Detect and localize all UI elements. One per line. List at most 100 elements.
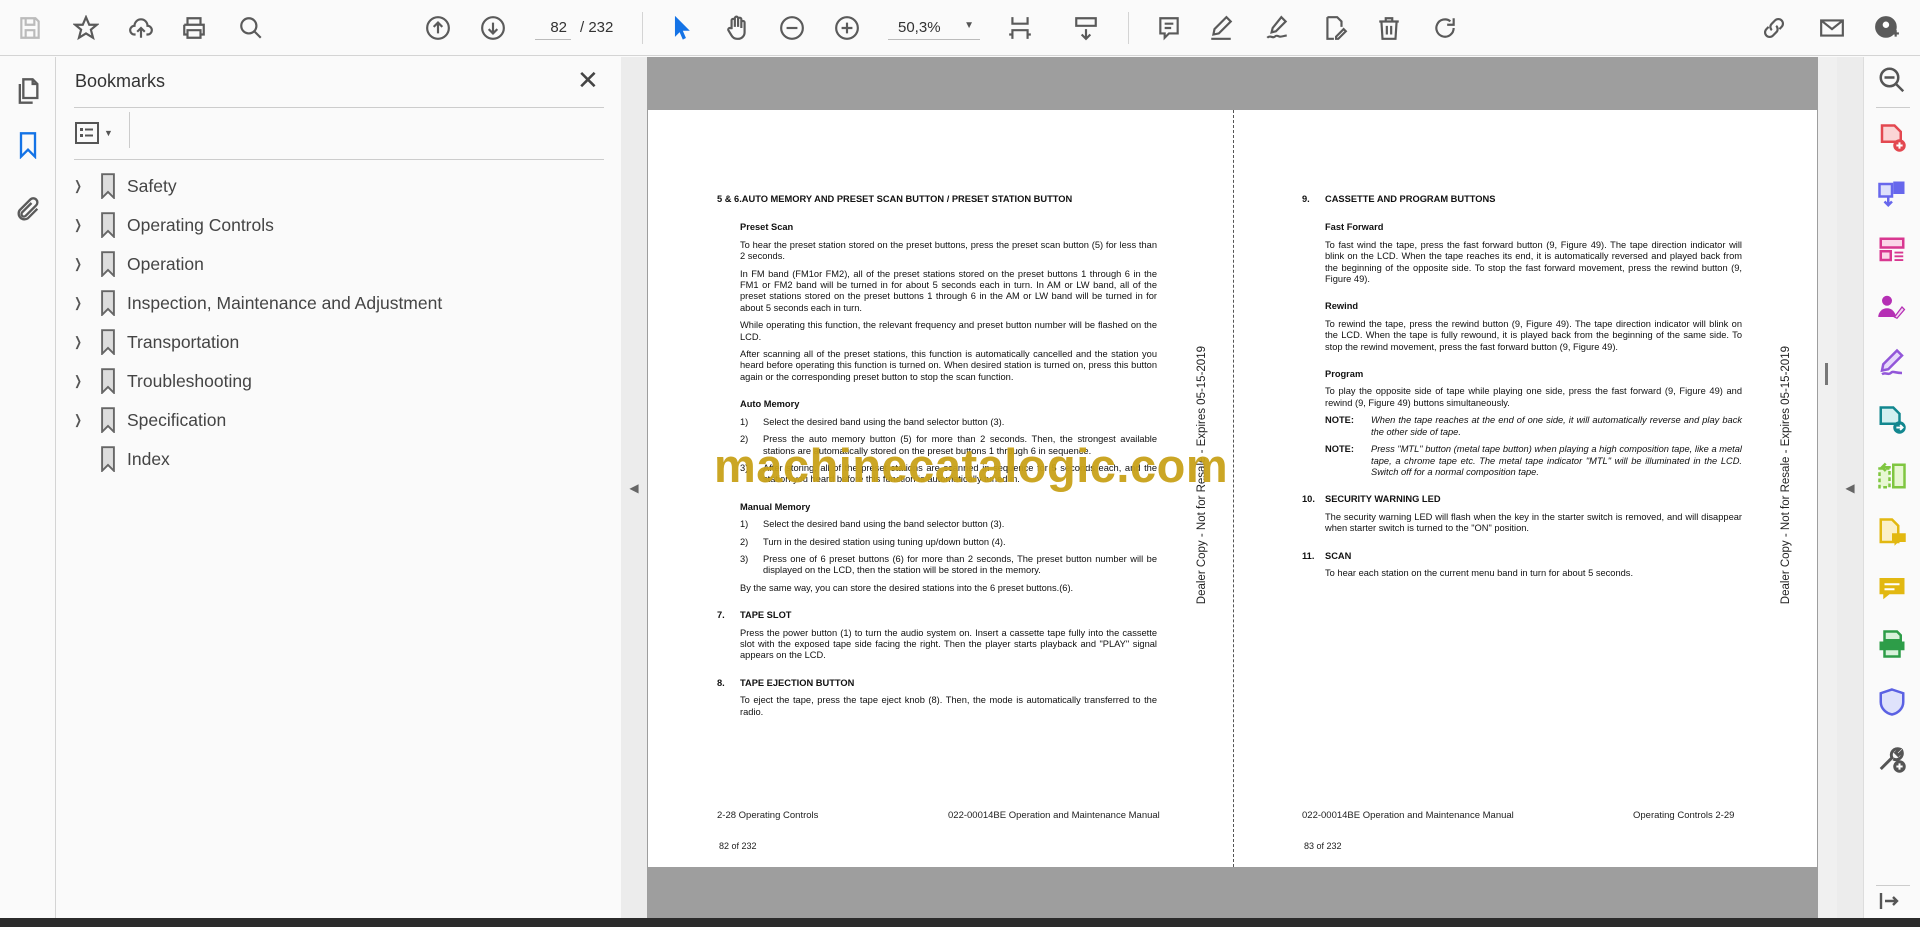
- list-item: 3) Press one of 6 preset buttons (6) for …: [740, 553, 1157, 576]
- page-divider: [1233, 110, 1234, 867]
- bookmark-label: Troubleshooting: [127, 370, 252, 391]
- fit-page-icon[interactable]: [1004, 12, 1036, 44]
- note: NOTE: When the tape reaches at the end of…: [1325, 415, 1742, 437]
- collapse-left-panel-button[interactable]: ◀: [621, 57, 647, 918]
- bookmark-item[interactable]: ❯ Specification: [71, 405, 226, 435]
- chevron-right-icon[interactable]: ❯: [74, 178, 89, 194]
- account-icon[interactable]: [1871, 12, 1903, 44]
- list-item: 2) Turn in the desired station using tuni…: [740, 536, 1006, 547]
- list-item: 1) Select the desired band using the band…: [740, 519, 1005, 530]
- zoom-out-icon[interactable]: [776, 12, 808, 44]
- bookmark-item[interactable]: ❯ Operation: [71, 249, 204, 279]
- chevron-right-icon[interactable]: ❯: [74, 217, 89, 233]
- hand-icon[interactable]: [721, 12, 753, 44]
- highlight-icon[interactable]: [1205, 12, 1237, 44]
- arrow-left-icon: ◀: [629, 480, 639, 495]
- bookmark-icon: [101, 407, 115, 433]
- paragraph: While operating this function, the relev…: [740, 320, 1157, 342]
- bookmarks-icon[interactable]: [12, 129, 44, 161]
- footer-left: 2-28 Operating Controls: [717, 810, 819, 821]
- page-thumbnails-icon[interactable]: [12, 75, 44, 107]
- subheading: Program: [1325, 369, 1364, 380]
- search-tools-icon[interactable]: [1877, 65, 1909, 97]
- bookmark-icon: [101, 251, 115, 277]
- email-icon[interactable]: [1816, 12, 1848, 44]
- export-pdf-icon[interactable]: [1877, 179, 1909, 211]
- select-pointer-icon[interactable]: [666, 12, 698, 44]
- vertical-scrollbar[interactable]: [1818, 57, 1837, 918]
- bookmark-item[interactable]: ❯ Transportation: [71, 327, 239, 357]
- send-for-review-icon[interactable]: [1877, 405, 1909, 437]
- chevron-right-icon[interactable]: ❯: [74, 295, 89, 311]
- comment-icon[interactable]: [1153, 12, 1185, 44]
- zoom-level-value: 50,3%: [898, 19, 941, 36]
- print-icon[interactable]: [178, 12, 210, 44]
- bookmark-icon: [101, 329, 115, 355]
- protect-icon[interactable]: [1877, 687, 1909, 719]
- bookmark-icon: [101, 173, 115, 199]
- chevron-right-icon[interactable]: ❯: [74, 334, 89, 350]
- request-signatures-icon[interactable]: [1877, 292, 1909, 324]
- find-icon[interactable]: [235, 12, 267, 44]
- page-counter: 83 of 232: [1304, 841, 1342, 851]
- subheading: Preset Scan: [740, 222, 794, 233]
- more-tools-icon[interactable]: [1877, 744, 1909, 776]
- section-heading: 11. SCAN: [1302, 550, 1352, 561]
- close-panel-icon[interactable]: ✕: [577, 65, 599, 96]
- share-comment-icon[interactable]: [1877, 517, 1909, 549]
- paragraph: To hear the preset station stored on the…: [740, 239, 1157, 262]
- bookmark-item[interactable]: ❯ Operating Controls: [71, 210, 274, 240]
- bookmark-options-button[interactable]: ▼: [75, 121, 119, 145]
- list-item: 1) Select the desired band using the band…: [740, 416, 1005, 427]
- save-icon[interactable]: [14, 12, 46, 44]
- pdf-page-83: 9. CASSETTE AND PROGRAM BUTTONS Fast Forw…: [1233, 110, 1817, 867]
- attachments-icon[interactable]: [12, 194, 44, 226]
- upload-icon[interactable]: [125, 12, 157, 44]
- bookmark-item[interactable]: Index: [71, 444, 170, 474]
- compare-files-icon[interactable]: [1877, 461, 1909, 493]
- paragraph: To eject the tape, press the tape eject …: [740, 695, 1157, 717]
- sign-icon[interactable]: [1261, 12, 1293, 44]
- share-link-icon[interactable]: [1758, 12, 1790, 44]
- next-page-icon[interactable]: [477, 12, 509, 44]
- bookmark-item[interactable]: ❯ Inspection, Maintenance and Adjustment: [71, 288, 442, 318]
- bookmarks-panel: Bookmarks ✕ ▼ ❯ Safety ❯ Operating Controls…: [57, 57, 621, 918]
- collapse-right-panel-button[interactable]: ◀: [1837, 57, 1863, 918]
- section-heading: 10. SECURITY WARNING LED: [1302, 494, 1441, 505]
- section-heading: 7. TAPE SLOT: [717, 610, 792, 621]
- fill-sign-icon[interactable]: [1319, 12, 1351, 44]
- delete-icon[interactable]: [1373, 12, 1405, 44]
- scroll-mode-icon[interactable]: [1070, 12, 1102, 44]
- comment-tool-icon[interactable]: [1877, 573, 1909, 605]
- chevron-right-icon[interactable]: ❯: [74, 256, 89, 272]
- total-pages: / 232: [580, 19, 614, 36]
- bookmark-item[interactable]: ❯ Troubleshooting: [71, 366, 252, 396]
- bookmark-label: Index: [127, 448, 170, 469]
- watermark: machinecatalogic.com: [714, 439, 1229, 492]
- fill-sign-icon[interactable]: [1877, 348, 1909, 380]
- chevron-right-icon[interactable]: ❯: [74, 373, 89, 389]
- paragraph: To hear each station on the current menu…: [1325, 567, 1634, 578]
- bookmark-icon: [101, 368, 115, 394]
- page-number-input[interactable]: [535, 16, 571, 40]
- navigation-rail: [0, 57, 56, 918]
- zoom-in-icon[interactable]: [831, 12, 863, 44]
- bookmark-item[interactable]: ❯ Safety: [71, 171, 177, 201]
- scrollbar-thumb[interactable]: [1825, 363, 1828, 385]
- page-content: 9. CASSETTE AND PROGRAM BUTTONS Fast Forw…: [1302, 194, 1742, 585]
- prev-page-icon[interactable]: [422, 12, 454, 44]
- print-production-icon[interactable]: [1877, 629, 1909, 661]
- list-options-icon: [75, 122, 99, 144]
- paragraph: To play the opposite side of tape while …: [1325, 386, 1742, 408]
- collapse-panel-icon[interactable]: [1877, 877, 1909, 909]
- create-pdf-icon[interactable]: [1877, 123, 1909, 155]
- bookmark-star-icon[interactable]: [70, 12, 102, 44]
- chevron-down-icon: ▼: [964, 20, 974, 31]
- organize-pages-icon[interactable]: [1877, 235, 1909, 267]
- bookmark-label: Operation: [127, 253, 204, 274]
- zoom-level-select[interactable]: 50,3% ▼: [888, 16, 980, 40]
- chevron-right-icon[interactable]: ❯: [74, 412, 89, 428]
- bookmark-label: Operating Controls: [127, 214, 274, 235]
- rotate-icon[interactable]: [1429, 12, 1461, 44]
- page-counter: 82 of 232: [719, 841, 757, 851]
